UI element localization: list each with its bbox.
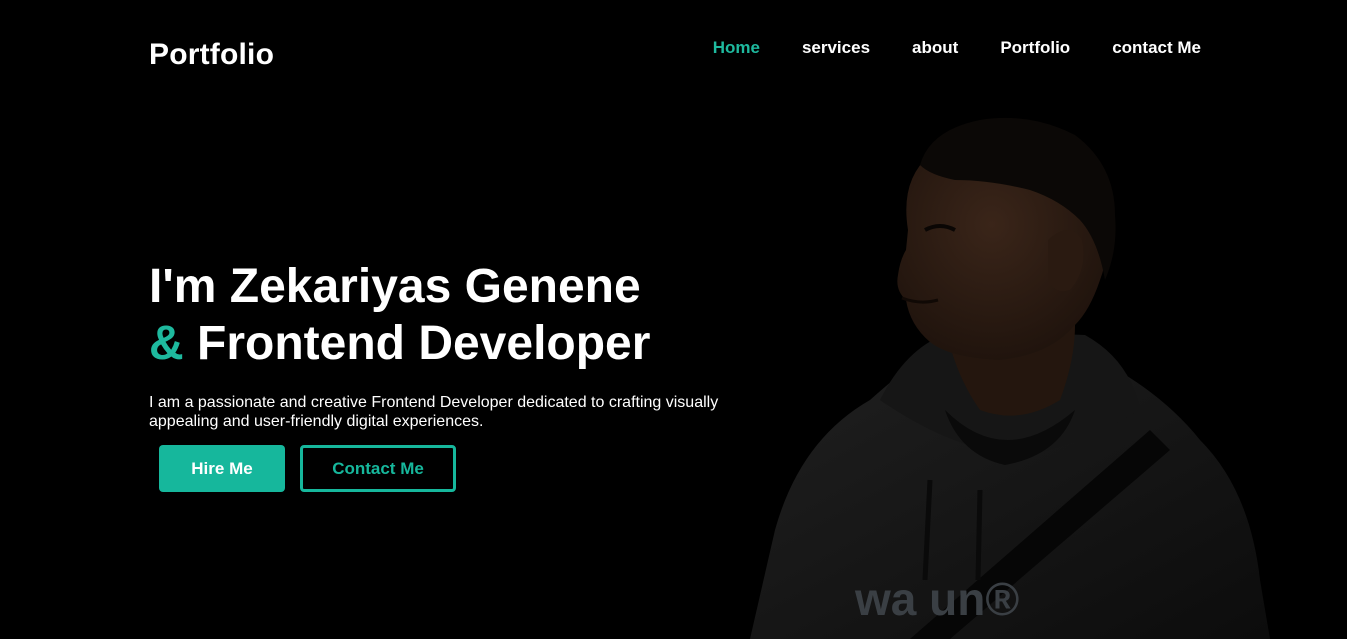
nav-link-services[interactable]: services: [802, 38, 870, 58]
main-nav: Home services about Portfolio contact Me: [671, 38, 1201, 58]
nav-link-about[interactable]: about: [912, 38, 958, 58]
contact-me-button[interactable]: Contact Me: [300, 445, 456, 492]
nav-link-contact[interactable]: contact Me: [1112, 38, 1201, 58]
hero-ampersand: &: [149, 317, 184, 370]
portfolio-page: Portfolio Home services about Portfolio …: [0, 0, 1347, 639]
nav-link-home[interactable]: Home: [713, 38, 760, 58]
hero-description: I am a passionate and creative Frontend …: [149, 394, 719, 430]
hire-me-button[interactable]: Hire Me: [159, 445, 285, 492]
photo-shirt-text: wa un®: [854, 573, 1019, 625]
site-logo[interactable]: Portfolio: [149, 38, 274, 72]
hero-title: I'm Zekariyas Genene & Frontend Develope…: [149, 258, 650, 372]
hero-title-line1: I'm Zekariyas Genene: [149, 260, 641, 313]
nav-link-portfolio[interactable]: Portfolio: [1000, 38, 1070, 58]
portrait-photo: wa un®: [750, 117, 1270, 639]
hero-title-line2: Frontend Developer: [197, 317, 651, 370]
